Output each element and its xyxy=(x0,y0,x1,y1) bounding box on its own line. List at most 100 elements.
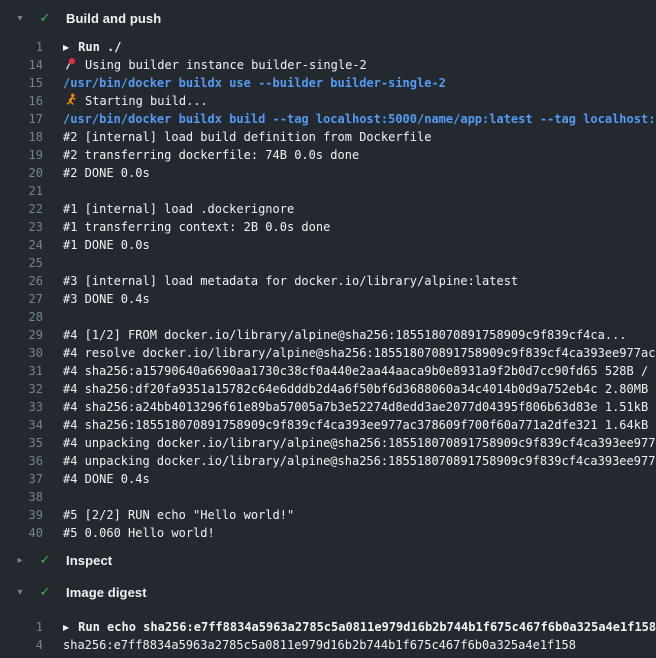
line-text[interactable]: ▶ Run echo sha256:e7ff8834a5963a2785c5a08… xyxy=(63,618,656,636)
log-section-image-digest: ▾✓Image digest1▶Run echo sha256:e7ff8834… xyxy=(0,582,656,654)
log-line: 25 xyxy=(0,254,656,272)
line-number[interactable]: 22 xyxy=(0,200,43,218)
log-line: 30 #4 resolve docker.io/library/alpine@sh… xyxy=(0,344,656,362)
line-number[interactable]: 1 xyxy=(0,618,43,636)
section-log-lines: 1 ▶ Run echo sha256:e7ff8834a5963a2785c5a0… xyxy=(0,602,656,654)
line-number[interactable]: 29 xyxy=(0,326,43,344)
expand-arrow-icon[interactable]: ▶ xyxy=(63,39,69,56)
runner-icon xyxy=(63,93,78,107)
line-text-content: #3 DONE 0.4s xyxy=(63,292,150,306)
line-number[interactable]: 21 xyxy=(0,182,43,200)
log-line: 39 #5 [2/2] RUN echo "Hello world!" xyxy=(0,506,656,524)
line-number[interactable]: 32 xyxy=(0,380,43,398)
line-text-content: #4 resolve docker.io/library/alpine@sha2… xyxy=(63,346,656,360)
log-line: 14 Using builder instance builder-single-… xyxy=(0,56,656,74)
line-text: #4 unpacking docker.io/library/alpine@sh… xyxy=(63,452,656,470)
line-number[interactable]: 40 xyxy=(0,524,43,542)
line-text-content: Starting build... xyxy=(85,94,208,108)
log-line: 29 #4 [1/2] FROM docker.io/library/alpine… xyxy=(0,326,656,344)
line-number[interactable]: 36 xyxy=(0,452,43,470)
log-line: 18#2 [internal] load build definition fr… xyxy=(0,128,656,146)
line-text-content: #4 [1/2] FROM docker.io/library/alpine@s… xyxy=(63,328,627,342)
log-line: 20 #2 DONE 0.0s xyxy=(0,164,656,182)
section-header[interactable]: ▸✓Inspect xyxy=(0,550,656,570)
log-line: 38 xyxy=(0,488,656,506)
line-text: Starting build... xyxy=(63,92,208,110)
line-number[interactable]: 1 xyxy=(0,38,43,56)
expand-arrow-icon[interactable]: ▶ xyxy=(63,619,69,636)
log-line: 1 ▶ Run echo sha256:e7ff8834a5963a2785c5a0… xyxy=(0,618,656,636)
section-header[interactable]: ▾✓Image digest xyxy=(0,582,656,602)
line-text: #4 [1/2] FROM docker.io/library/alpine@s… xyxy=(63,326,627,344)
line-number[interactable]: 30 xyxy=(0,344,43,362)
line-text-content: Run echo sha256:e7ff8834a5963a2785c5a081… xyxy=(78,620,656,634)
line-number[interactable]: 39 xyxy=(0,506,43,524)
line-text-content: #2 transferring dockerfile: 74B 0.0s don… xyxy=(63,148,359,162)
log-section-build-and-push: ▾ ✓ Build and push 1 ▶Run ./ 14 Using builder … xyxy=(0,8,656,542)
line-text[interactable]: ▶Run ./ xyxy=(63,38,122,56)
line-number[interactable]: 14 xyxy=(0,56,43,74)
line-number[interactable]: 20 xyxy=(0,164,43,182)
line-text: #5 [2/2] RUN echo "Hello world!" xyxy=(63,506,294,524)
line-number[interactable]: 31 xyxy=(0,362,43,380)
line-text-content: #2 DONE 0.0s xyxy=(63,166,150,180)
line-number[interactable]: 34 xyxy=(0,416,43,434)
log-line: 35#4 unpacking docker.io/library/alpine@… xyxy=(0,434,656,452)
line-text-content: #1 transferring context: 2B 0.0s done xyxy=(63,220,330,234)
line-text: /usr/bin/docker buildx use --builder bui… xyxy=(63,74,446,92)
check-icon: ✓ xyxy=(36,11,54,26)
line-number[interactable]: 33 xyxy=(0,398,43,416)
line-number[interactable]: 26 xyxy=(0,272,43,290)
triangle-down-icon[interactable]: ▾ xyxy=(12,587,28,598)
log-line: 19 #2 transferring dockerfile: 74B 0.0s d… xyxy=(0,146,656,164)
line-text-content: Using builder instance builder-single-2 xyxy=(85,58,367,72)
line-text: #1 DONE 0.0s xyxy=(63,236,150,254)
line-number[interactable]: 15 xyxy=(0,74,43,92)
line-text: #4 sha256:df20fa9351a15782c64e6dddb2d4a6… xyxy=(63,380,656,398)
log-line: 4 sha256:e7ff8834a5963a2785c5a0811e979d16… xyxy=(0,636,656,654)
line-text: sha256:e7ff8834a5963a2785c5a0811e979d16b… xyxy=(63,636,576,654)
section-log-lines: 1 ▶Run ./ 14 Using builder instance builder… xyxy=(0,28,656,542)
line-text: #1 transferring context: 2B 0.0s done xyxy=(63,218,330,236)
log-line: 27 #3 DONE 0.4s xyxy=(0,290,656,308)
line-text: #4 sha256:185518070891758909c9f839cf4ca3… xyxy=(63,416,656,434)
actions-log-viewer: ▾✓Build and push1▶Run ./14Using builder … xyxy=(0,8,656,654)
line-number[interactable]: 35 xyxy=(0,434,43,452)
line-text: #4 sha256:a24bb4013296f61e89ba57005a7b3e… xyxy=(63,398,656,416)
line-number[interactable]: 37 xyxy=(0,470,43,488)
line-number[interactable]: 27 xyxy=(0,290,43,308)
line-number[interactable]: 4 xyxy=(0,636,43,654)
line-text: #5 0.060 Hello world! xyxy=(63,524,215,542)
line-number[interactable]: 17 xyxy=(0,110,43,128)
line-number[interactable]: 25 xyxy=(0,254,43,272)
line-number[interactable]: 16 xyxy=(0,92,43,110)
log-line: 15/usr/bin/docker buildx use --builder b… xyxy=(0,74,656,92)
line-number[interactable]: 28 xyxy=(0,308,43,326)
line-text-content: #1 [internal] load .dockerignore xyxy=(63,202,294,216)
log-line: 34 #4 sha256:185518070891758909c9f839cf4c… xyxy=(0,416,656,434)
log-line: 26 #3 [internal] load metadata for docker… xyxy=(0,272,656,290)
log-line: 24 #1 DONE 0.0s xyxy=(0,236,656,254)
line-text: #1 [internal] load .dockerignore xyxy=(63,200,294,218)
line-number[interactable]: 23 xyxy=(0,218,43,236)
line-number[interactable]: 19 xyxy=(0,146,43,164)
line-text: #4 sha256:a15790640a6690aa1730c38cf0a440… xyxy=(63,362,656,380)
line-text-content: #4 sha256:a24bb4013296f61e89ba57005a7b3e… xyxy=(63,400,656,414)
line-text-content: /usr/bin/docker buildx build --tag local… xyxy=(63,112,656,126)
line-number[interactable]: 18 xyxy=(0,128,43,146)
line-number[interactable]: 24 xyxy=(0,236,43,254)
pushpin-icon xyxy=(63,57,78,71)
line-text: #4 DONE 0.4s xyxy=(63,470,150,488)
log-line: 23 #1 transferring context: 2B 0.0s done xyxy=(0,218,656,236)
triangle-right-icon[interactable]: ▸ xyxy=(12,555,28,566)
line-text-content: #4 sha256:a15790640a6690aa1730c38cf0a440… xyxy=(63,364,656,378)
line-text-content: #3 [internal] load metadata for docker.i… xyxy=(63,274,518,288)
section-title: Build and push xyxy=(66,11,161,26)
line-text-content: /usr/bin/docker buildx use --builder bui… xyxy=(63,76,446,90)
section-header[interactable]: ▾ ✓ Build and push xyxy=(0,8,656,28)
check-icon: ✓ xyxy=(36,553,54,568)
line-text: #2 DONE 0.0s xyxy=(63,164,150,182)
check-icon: ✓ xyxy=(36,585,54,600)
line-number[interactable]: 38 xyxy=(0,488,43,506)
triangle-down-icon[interactable]: ▾ xyxy=(12,13,28,24)
